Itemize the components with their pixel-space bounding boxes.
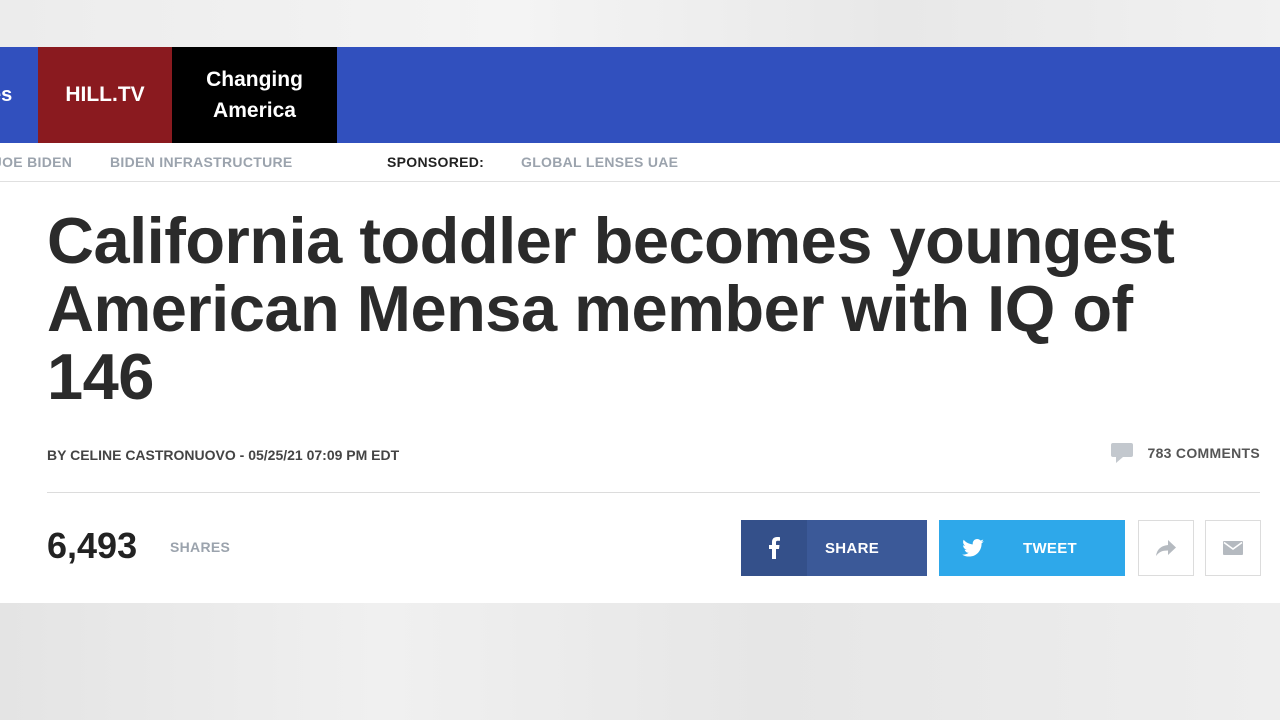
email-share-button[interactable]: [1205, 520, 1261, 576]
twitter-tweet-label: TWEET: [1023, 539, 1077, 557]
comments-count: 783 COMMENTS: [1147, 445, 1260, 461]
mail-icon: [1223, 541, 1243, 555]
facebook-share-button[interactable]: SHARE: [741, 520, 927, 576]
facebook-icon: [741, 520, 807, 576]
subnav: JOE BIDEN BIDEN INFRASTRUCTURE SPONSORED…: [0, 143, 1280, 182]
sponsored-label: SPONSORED:: [387, 154, 485, 170]
article-page: es HILL.TV Changing America JOE BIDEN BI…: [0, 47, 1280, 603]
share-arrow-icon: [1156, 540, 1176, 556]
article-byline: BY CELINE CASTRONUOVO - 05/25/21 07:09 P…: [47, 447, 400, 463]
nav-item-changing-america[interactable]: Changing America: [172, 47, 337, 143]
comments-link[interactable]: 783 COMMENTS: [1111, 443, 1260, 463]
nav-item-changing-america-label: Changing America: [206, 68, 303, 122]
twitter-tweet-button[interactable]: TWEET: [939, 520, 1125, 576]
background-bottom: [0, 603, 1280, 720]
shares-count: 6,493: [47, 525, 138, 566]
background-top: [0, 0, 1280, 47]
main-navbar: es HILL.TV Changing America: [0, 47, 1280, 143]
facebook-share-label: SHARE: [825, 539, 880, 557]
nav-item-hilltv[interactable]: HILL.TV: [38, 47, 172, 143]
divider: [47, 492, 1260, 493]
twitter-icon: [939, 520, 1007, 576]
subnav-item-joe-biden[interactable]: JOE BIDEN: [0, 143, 72, 181]
comment-bubble-icon: [1111, 443, 1134, 463]
article-headline: California toddler becomes youngest Amer…: [47, 204, 1175, 413]
shares-label: SHARES: [170, 539, 231, 555]
forward-share-button[interactable]: [1138, 520, 1194, 576]
subnav-item-sponsored[interactable]: GLOBAL LENSES UAE: [521, 143, 678, 181]
nav-item-partial[interactable]: es: [0, 47, 38, 143]
subnav-item-biden-infrastructure[interactable]: BIDEN INFRASTRUCTURE: [110, 143, 293, 181]
